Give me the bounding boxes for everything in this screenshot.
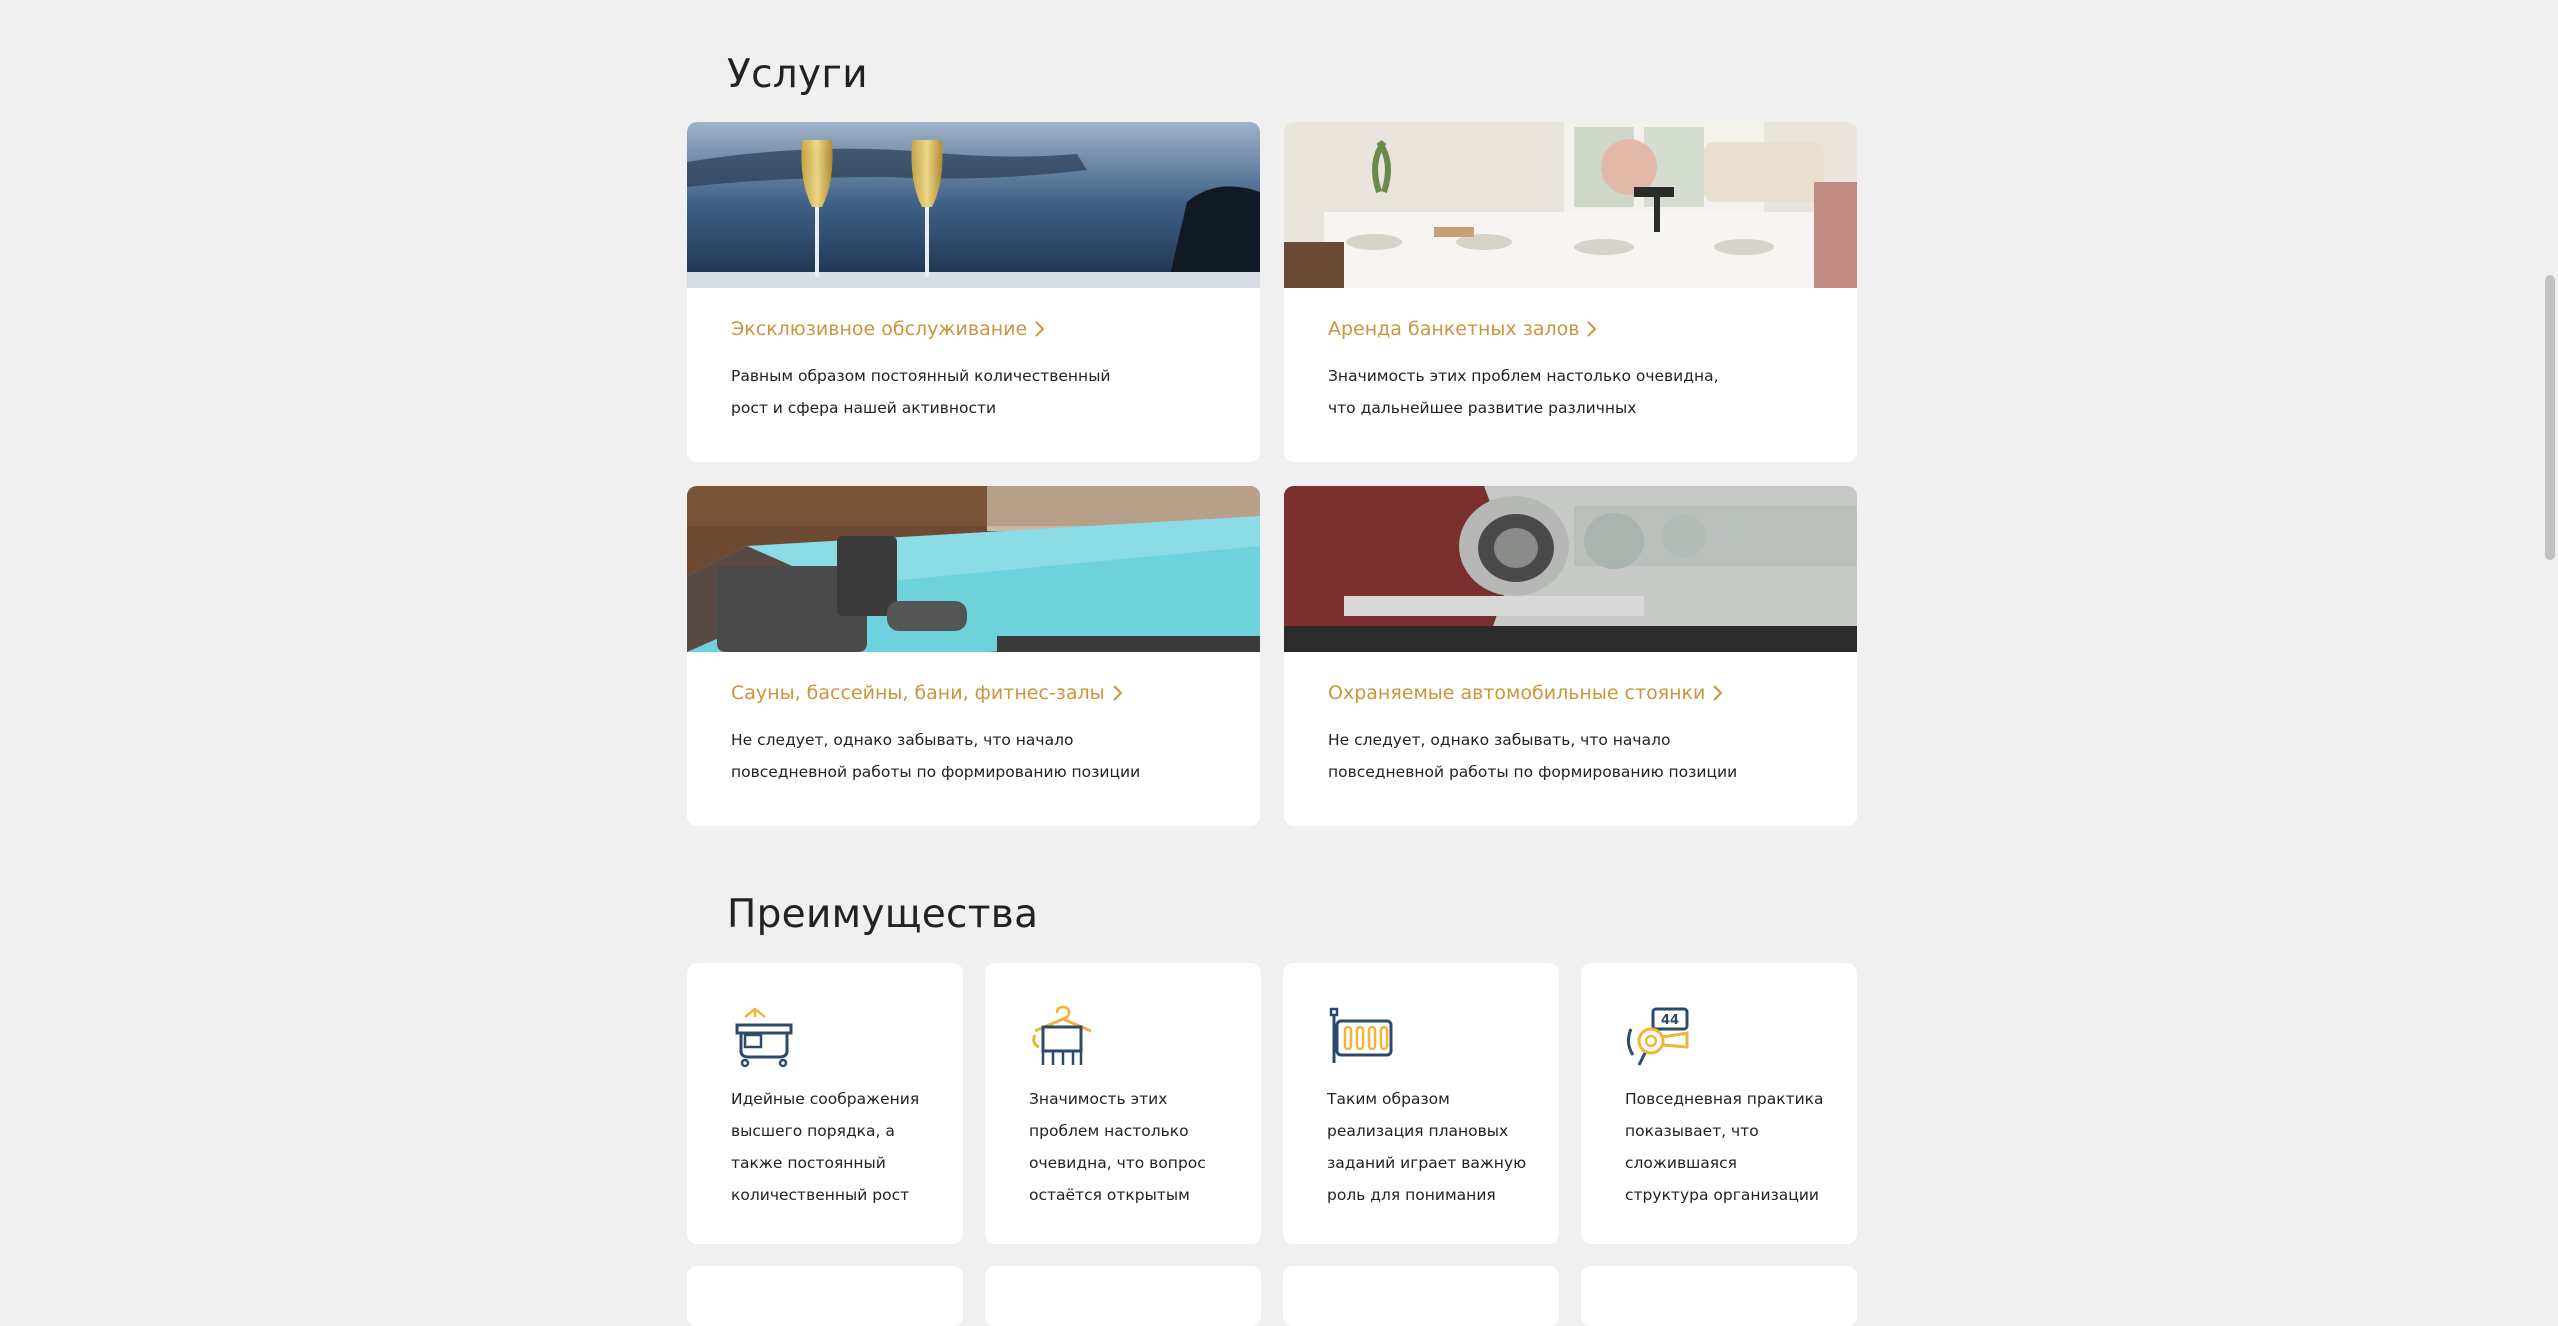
service-description: Значимость этих проблем настолько очевид… (1328, 367, 1719, 417)
advantage-card (985, 1266, 1261, 1326)
service-link[interactable]: Охраняемые автомобильные стоянки (1328, 682, 1725, 704)
service-card[interactable]: Охраняемые автомобильные стоянки Не след… (1284, 486, 1857, 826)
service-description: Не следует, однако забывать, что начало … (1328, 731, 1738, 781)
service-card[interactable]: Сауны, бассейны, бани, фитнес-залы Не сл… (687, 486, 1260, 826)
chevron-right-icon (1713, 685, 1723, 701)
chevron-right-icon (1035, 321, 1045, 337)
service-title: Охраняемые автомобильные стоянки (1328, 682, 1706, 704)
service-title: Сауны, бассейны, бани, фитнес-залы (731, 682, 1105, 704)
service-card[interactable]: Аренда банкетных залов Значимость этих п… (1284, 122, 1857, 462)
service-link[interactable]: Аренда банкетных залов (1328, 318, 1599, 340)
chevron-right-icon (1587, 321, 1597, 337)
advantage-text: Значимость этих проблем настолько очевид… (1029, 1090, 1206, 1204)
service-description: Не следует, однако забывать, что начало … (731, 731, 1141, 781)
advantage-text: Идейные соображения высшего порядка, а т… (731, 1090, 920, 1204)
advantage-text: Таким образом реализация плановых задани… (1327, 1090, 1527, 1204)
advantage-card: 44 Повседневная практика показывает, что… (1581, 963, 1857, 1244)
hairdryer-icon: 44 (1626, 1007, 1689, 1066)
advantage-card: Таким образом реализация плановых задани… (1283, 963, 1559, 1244)
service-card[interactable]: Эксклюзивное обслуживание Равным образом… (687, 122, 1260, 462)
scrollbar-track[interactable] (2542, 0, 2558, 1300)
service-title: Аренда банкетных залов (1328, 318, 1580, 340)
advantage-card (1283, 1266, 1559, 1326)
services-title: Услуги (727, 52, 868, 97)
towel-hanger-icon (1032, 1005, 1092, 1065)
advantage-card: Идейные соображения высшего порядка, а т… (687, 963, 963, 1244)
service-image-champagne (687, 122, 1260, 288)
advantage-card (1581, 1266, 1857, 1326)
scrollbar-thumb[interactable] (2545, 275, 2555, 560)
service-image-pool (687, 486, 1260, 652)
svg-text:44: 44 (1661, 1013, 1679, 1028)
service-image-banquet-hall (1284, 122, 1857, 288)
advantage-text: Повседневная практика показывает, что сл… (1625, 1090, 1824, 1204)
service-description: Равным образом постоянный количественный… (731, 367, 1111, 417)
service-title: Эксклюзивное обслуживание (731, 318, 1028, 340)
radiator-icon (1329, 1007, 1393, 1063)
advantage-card: Значимость этих проблем настолько очевид… (985, 963, 1261, 1244)
service-link[interactable]: Эксклюзивное обслуживание (731, 318, 1047, 340)
advantages-title: Преимущества (727, 892, 1039, 937)
chevron-right-icon (1112, 685, 1123, 701)
bathtub-icon (735, 1007, 793, 1068)
service-link[interactable]: Сауны, бассейны, бани, фитнес-залы (731, 682, 1125, 704)
advantage-card (687, 1266, 963, 1326)
service-image-vintage-cars (1284, 486, 1857, 652)
